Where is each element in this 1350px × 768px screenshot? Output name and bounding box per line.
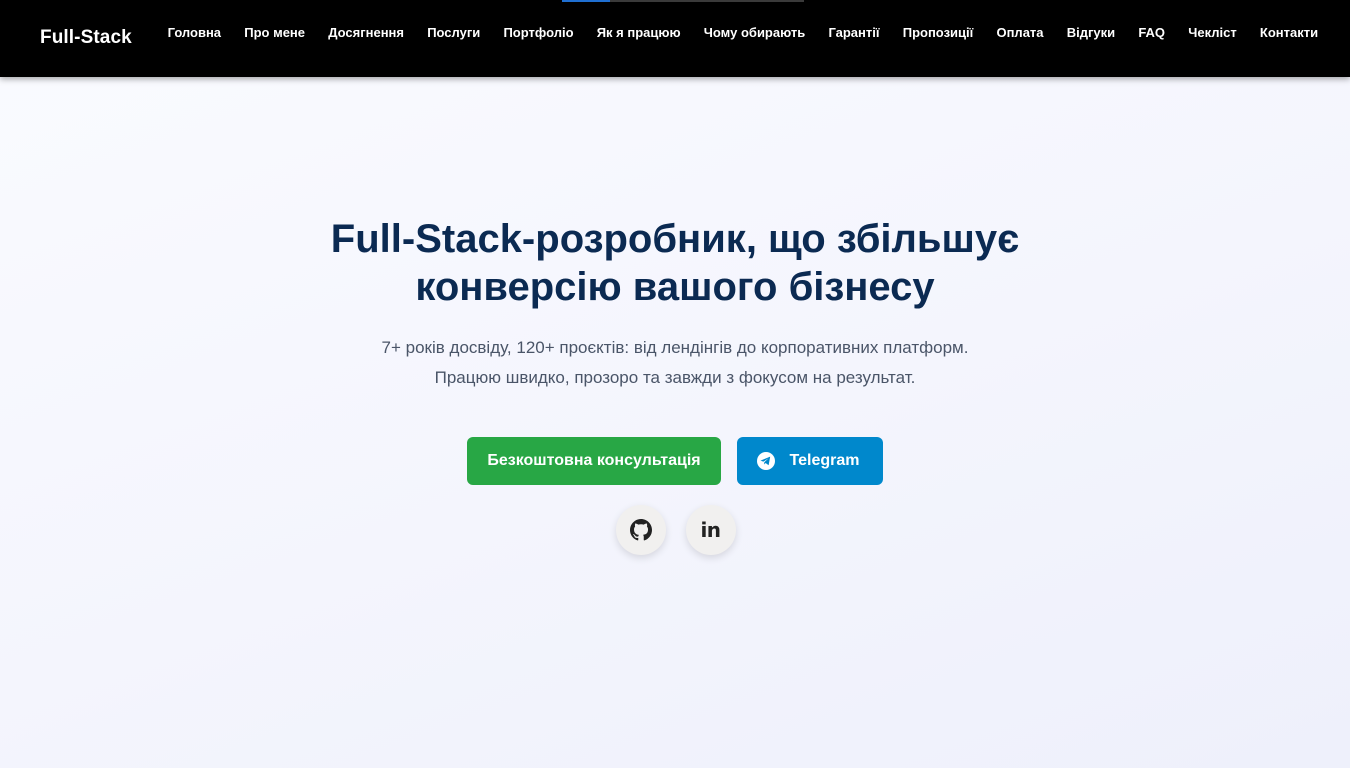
nav-item-why[interactable]: Чому обирають bbox=[692, 25, 817, 40]
social-links: in bbox=[0, 505, 1350, 555]
free-consultation-button[interactable]: Безкоштовна консультація bbox=[467, 437, 721, 485]
hero-title-line-2: конверсію вашого бізнесу bbox=[415, 265, 935, 309]
linkedin-icon: in bbox=[700, 518, 721, 542]
github-icon bbox=[629, 519, 652, 541]
nav-item-guarantees[interactable]: Гарантії bbox=[817, 25, 891, 40]
linkedin-link[interactable]: in bbox=[685, 505, 736, 555]
scroll-progress-fill bbox=[562, 0, 611, 2]
nav-item-process[interactable]: Як я працюю bbox=[585, 25, 692, 40]
nav-item-reviews[interactable]: Відгуки bbox=[1055, 25, 1127, 40]
hero-title-line-1: Full-Stack-розробник, що збільшує bbox=[330, 217, 1020, 261]
nav-item-achievements[interactable]: Досягнення bbox=[317, 25, 416, 40]
nav-item-offers[interactable]: Пропозиції bbox=[891, 25, 985, 40]
hero-subtitle-line-1: 7+ років досвіду, 120+ проєктів: від лен… bbox=[381, 338, 969, 357]
hero-title: Full-Stack-розробник, що збільшує конвер… bbox=[295, 215, 1055, 311]
brand-logo[interactable]: Full-Stack bbox=[40, 27, 132, 49]
nav-item-payment[interactable]: Оплата bbox=[985, 25, 1055, 40]
nav-item-home[interactable]: Головна bbox=[156, 25, 233, 40]
nav-item-portfolio[interactable]: Портфоліо bbox=[492, 25, 585, 40]
nav-item-checklist[interactable]: Чекліст bbox=[1177, 25, 1249, 40]
nav-item-about[interactable]: Про мене bbox=[233, 25, 317, 40]
github-link[interactable] bbox=[615, 505, 666, 555]
scroll-progress-bar bbox=[562, 0, 804, 2]
nav-item-services[interactable]: Послуги bbox=[416, 25, 492, 40]
nav-item-contacts[interactable]: Контакти bbox=[1248, 25, 1329, 40]
telegram-button-label: Telegram bbox=[789, 452, 860, 469]
hero-subtitle: 7+ років досвіду, 120+ проєктів: від лен… bbox=[0, 333, 1350, 392]
main-nav: Головна Про мене Досягнення Послуги Портфолі… bbox=[156, 23, 1330, 41]
hero-cta-group: Безкоштовна консультація Telegram bbox=[0, 437, 1350, 485]
telegram-icon bbox=[756, 452, 775, 470]
top-navigation-bar: Full-Stack Головна Про мене Досягнення Посл… bbox=[0, 0, 1350, 77]
nav-item-faq[interactable]: FAQ bbox=[1127, 25, 1177, 40]
hero-subtitle-line-2: Працюю швидко, прозоро та завжди з фокус… bbox=[434, 367, 916, 387]
hero-section: Full-Stack-розробник, що збільшує конвер… bbox=[0, 215, 1350, 392]
telegram-button[interactable]: Telegram bbox=[737, 437, 883, 485]
